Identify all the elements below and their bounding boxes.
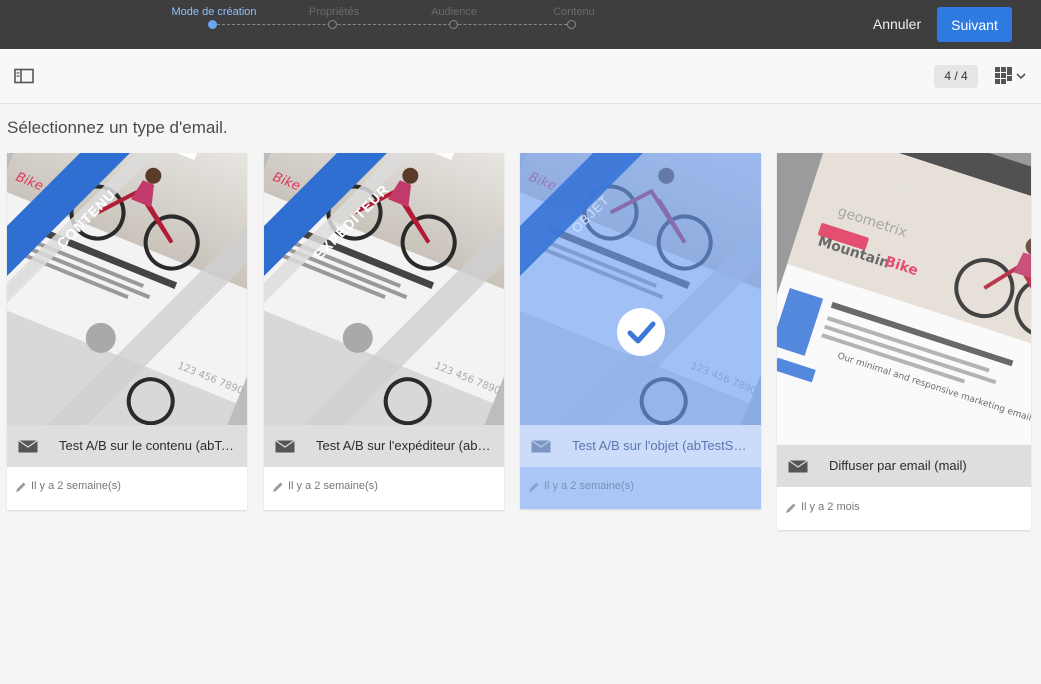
cancel-button[interactable]: Annuler (866, 8, 928, 40)
card-title: Test A/B sur l'expéditeur (abT… (316, 438, 496, 453)
card-modified-date: Il y a 2 semaine(s) (544, 480, 634, 492)
page-title: Sélectionnez un type d'email. (7, 118, 228, 137)
card-modified-date: Il y a 2 mois (801, 501, 860, 513)
top-bar: Mode de création Propriétés Audience Con… (0, 0, 1041, 49)
card-ab-content[interactable]: Bike 123 456 7890 CONTENU Test A/B sur l… (7, 153, 247, 510)
pencil-icon (529, 482, 539, 492)
email-template-thumbnail: Bike 123 456 7890 CONTENU (7, 153, 247, 425)
card-ab-subject[interactable]: Bike 123 456 7890 OBJET Test A/B sur l'o… (520, 153, 761, 509)
grid-view-icon[interactable] (994, 66, 1028, 86)
card-meta: Il y a 2 semaine(s) (7, 467, 247, 509)
wizard-stepper: Mode de création Propriétés Audience Con… (170, 0, 610, 49)
step-dot-properties[interactable] (328, 20, 337, 29)
email-template-thumbnail: Delivery geometrix Mountain Bike Our min… (777, 153, 1031, 445)
mail-icon (531, 440, 551, 453)
card-email-delivery[interactable]: Delivery geometrix Mountain Bike Our min… (777, 153, 1031, 530)
card-modified-date: Il y a 2 semaine(s) (288, 480, 378, 492)
card-meta: Il y a 2 semaine(s) (264, 467, 504, 509)
page-counter: 4 / 4 (934, 65, 978, 88)
card-meta: Il y a 2 mois (777, 488, 1031, 530)
selected-check-icon (617, 308, 665, 356)
email-template-thumbnail: Bike 123 456 7890 OBJET (520, 153, 761, 425)
panel-toggle-icon[interactable] (14, 68, 34, 84)
stepper-track (212, 24, 572, 25)
card-label-bar: Test A/B sur l'expéditeur (abT… (264, 425, 504, 467)
card-meta: Il y a 2 semaine(s) (520, 467, 761, 509)
card-label-bar: Test A/B sur l'objet (abTestSub… (520, 425, 761, 467)
pencil-icon (786, 503, 796, 513)
mail-icon (18, 440, 38, 453)
card-title: Test A/B sur l'objet (abTestSub… (572, 438, 752, 453)
step-label-audience[interactable]: Audience (431, 6, 477, 18)
step-dot-creation-mode[interactable] (208, 20, 217, 29)
card-title: Test A/B sur le contenu (abTe… (59, 438, 239, 453)
mail-icon (275, 440, 295, 453)
card-label-bar: Test A/B sur le contenu (abTe… (7, 425, 247, 467)
pencil-icon (16, 482, 26, 492)
pencil-icon (273, 482, 283, 492)
card-label-bar: Diffuser par email (mail) (777, 445, 1031, 487)
toolbar (0, 49, 1041, 104)
step-label-content[interactable]: Contenu (553, 6, 595, 18)
step-label-creation-mode[interactable]: Mode de création (172, 6, 257, 18)
step-label-properties[interactable]: Propriétés (309, 6, 359, 18)
step-dot-content[interactable] (567, 20, 576, 29)
card-title: Diffuser par email (mail) (829, 458, 967, 473)
mail-icon (788, 460, 808, 473)
card-ab-sender[interactable]: Bike 123 456 7890 EXPÉDITEUR Test A/B su… (264, 153, 504, 510)
next-button[interactable]: Suivant (937, 7, 1012, 42)
card-modified-date: Il y a 2 semaine(s) (31, 480, 121, 492)
step-dot-audience[interactable] (449, 20, 458, 29)
email-template-thumbnail: Bike 123 456 7890 EXPÉDITEUR (264, 153, 504, 425)
